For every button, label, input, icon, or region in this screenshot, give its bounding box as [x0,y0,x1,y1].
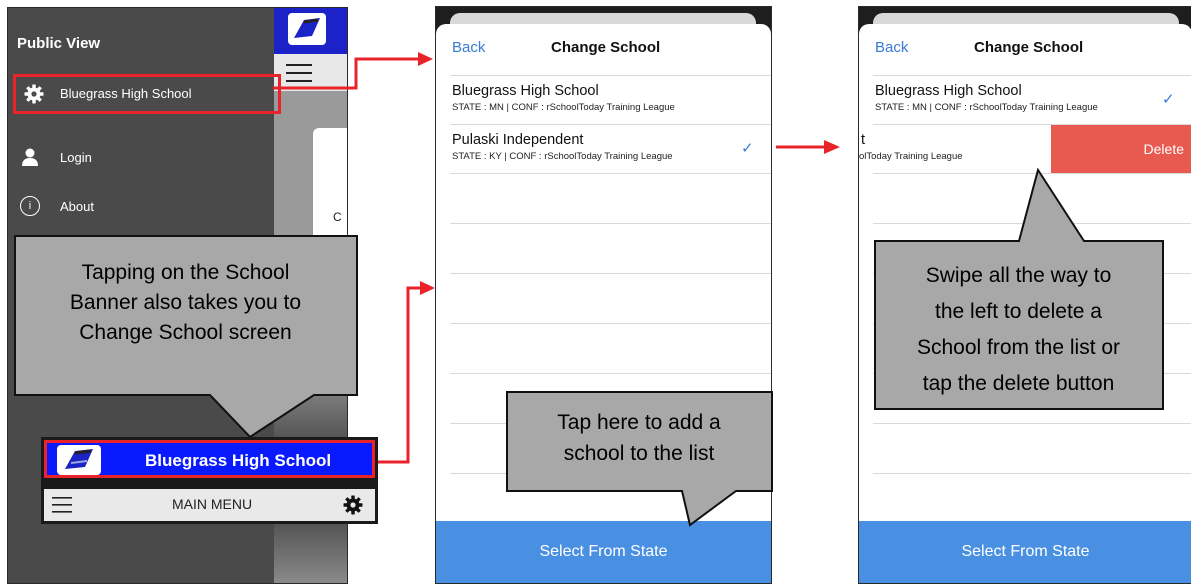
divider [873,423,1191,424]
school-meta: STATE : KY | CONF : rSchoolToday Trainin… [452,151,673,162]
school-list-item[interactable]: Bluegrass High School STATE : MN | CONF … [436,76,771,124]
divider [450,273,771,274]
arrow-head [824,140,840,154]
callout-3: Swipe all the way to the left to delete … [874,258,1163,402]
back-button[interactable]: Back [452,39,485,56]
divider [873,473,1191,474]
divider [450,373,771,374]
select-from-state-button[interactable]: Select From State [859,521,1191,583]
delete-button[interactable]: Delete [1051,125,1191,173]
school-list-item[interactable]: Bluegrass High School STATE : MN | CONF … [859,76,1191,124]
school-name-partial: t [861,132,866,148]
school-name: Bluegrass High School [452,83,599,99]
school-meta: STATE : MN | CONF : rSchoolToday Trainin… [452,102,675,113]
school-name: Pulaski Independent [452,132,584,148]
school-name: Bluegrass High School [875,83,1022,99]
screen-title: Change School [974,39,1084,56]
checkmark-icon: ✓ [1162,91,1175,108]
callout-2-line: school to the list [563,442,715,465]
divider [450,223,771,224]
arrow-head [420,281,435,295]
callout-2-line: Tap here to add a [557,411,721,434]
school-meta-partial: olToday Training League [859,151,963,162]
school-meta: STATE : MN | CONF : rSchoolToday Trainin… [875,102,1098,113]
swiped-list-item[interactable]: t olToday Training League Delete [859,125,1191,173]
callout-2: Tap here to add a school to the list [506,407,772,469]
back-button[interactable]: Back [875,39,908,56]
divider [450,173,771,174]
screen-title: Change School [551,39,661,56]
callout-3-line: tap the delete button [922,372,1115,395]
callout-3-line: Swipe all the way to [925,264,1112,287]
divider [450,323,771,324]
delete-label: Delete [1143,141,1184,157]
arrow-head [418,52,433,66]
checkmark-icon: ✓ [741,140,754,157]
school-list-item[interactable]: Pulaski Independent STATE : KY | CONF : … [436,125,771,173]
callout-3-line: School from the list or [916,336,1121,359]
select-from-state-button[interactable]: Select From State [436,521,771,583]
callout-3-line: the left to delete a [935,300,1102,323]
